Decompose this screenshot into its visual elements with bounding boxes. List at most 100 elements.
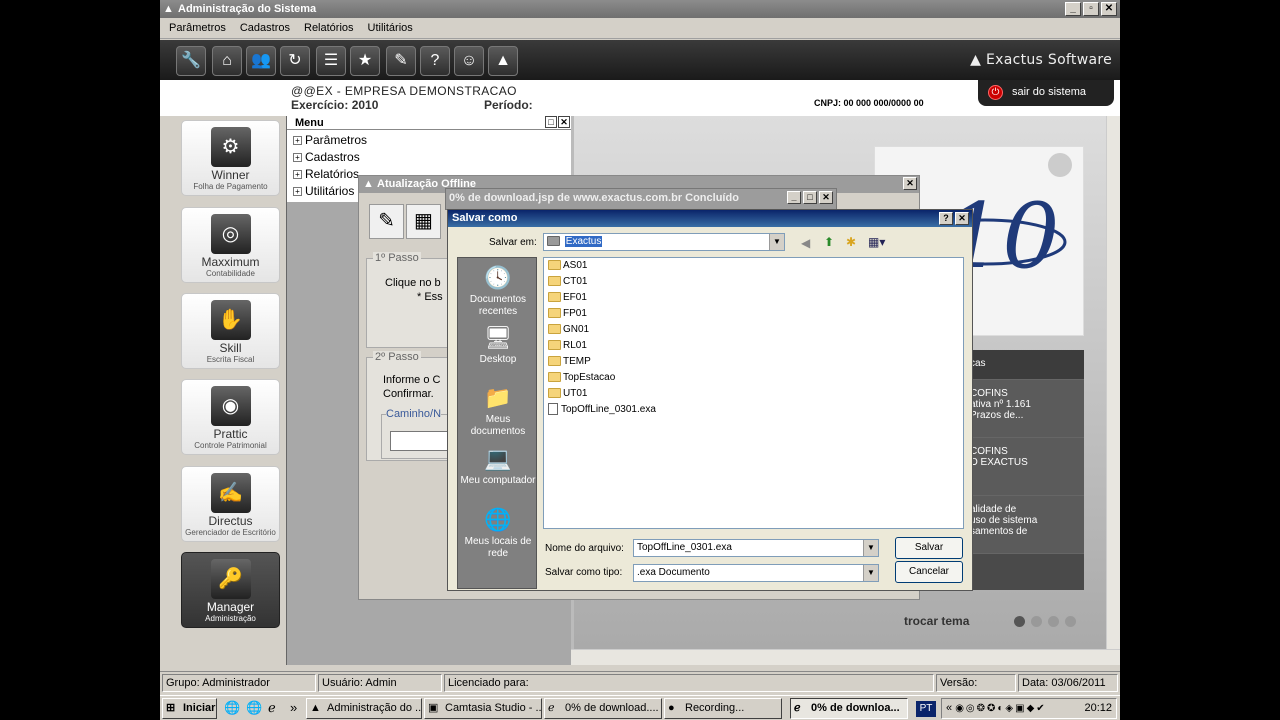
list-item[interactable]: TopEstacao <box>544 370 963 386</box>
task-download2[interactable]: ℯ 0% de downloa... <box>790 698 908 719</box>
place-desktop[interactable]: 🖥 Desktop <box>458 324 538 366</box>
support-icon[interactable]: ☺ <box>454 46 484 76</box>
list-item[interactable]: EF01 <box>544 290 963 306</box>
tipo-select[interactable]: .exa Documento ▼ <box>633 564 879 582</box>
new-folder-icon[interactable]: ✱ <box>846 235 856 249</box>
module-name: Prattic <box>213 427 248 441</box>
list-item[interactable]: UT01 <box>544 386 963 402</box>
caminho-group: Caminho/N <box>381 408 453 459</box>
news-item[interactable]: alidade de uso de sistema samentos de <box>964 496 1084 554</box>
minimize-button[interactable]: _ <box>787 191 801 204</box>
menu-relatorios[interactable]: Relatórios <box>304 18 354 38</box>
menu-utilitarios[interactable]: Utilitários <box>368 18 413 38</box>
task-recording[interactable]: ● Recording... <box>664 698 782 719</box>
logo-icon[interactable]: ▲ <box>488 46 518 76</box>
list-item[interactable]: AS01 <box>544 258 963 274</box>
horizontal-scrollbar[interactable] <box>571 649 1120 665</box>
module-maxximum[interactable]: ◎ Maxximum Contabilidade <box>181 207 280 283</box>
task-camtasia[interactable]: ▣ Camtasia Studio - ... <box>424 698 542 719</box>
refresh-icon[interactable]: ↻ <box>280 46 310 76</box>
back-icon[interactable]: ◀ <box>801 236 810 250</box>
save-button[interactable]: Salvar <box>895 537 963 559</box>
cancel-button[interactable]: Cancelar <box>895 561 963 583</box>
module-directus[interactable]: ✍ Directus Gerenciador de Escritório <box>181 466 280 542</box>
restore-button[interactable]: ▫ <box>1083 2 1099 16</box>
ie-icon[interactable]: ℯ <box>268 700 276 716</box>
module-winner[interactable]: ⚙ Winner Folha de Pagamento <box>181 120 280 196</box>
company-name: @@EX - EMPRESA DEMONSTRACAO <box>291 84 517 98</box>
star-icon[interactable]: ★ <box>350 46 380 76</box>
chevron-down-icon[interactable]: ▼ <box>863 565 878 581</box>
salvar-em-select[interactable]: Exactus ▼ <box>543 233 785 251</box>
folder-icon <box>548 292 561 303</box>
sair-button[interactable]: ⏻ sair do sistema <box>978 80 1114 106</box>
expand-icon[interactable]: » <box>290 700 297 715</box>
users-icon[interactable]: 👥 <box>246 46 276 76</box>
list-item[interactable]: RL01 <box>544 338 963 354</box>
language-indicator[interactable]: PT <box>916 701 936 717</box>
place-computer[interactable]: 💻 Meu computador <box>458 445 538 487</box>
home-icon[interactable]: ⌂ <box>212 46 242 76</box>
close-icon[interactable]: ✕ <box>558 116 570 128</box>
calculator-icon[interactable]: ▦ <box>406 204 441 239</box>
tray-icons[interactable]: ◉◎❂✪◐◈▣◆✔ <box>955 703 1046 714</box>
tree-item-cadastros[interactable]: + Cadastros <box>293 149 571 166</box>
close-button[interactable]: ✕ <box>1101 2 1117 16</box>
close-button[interactable]: ✕ <box>903 177 917 190</box>
sair-label: sair do sistema <box>1012 86 1086 98</box>
wrench-icon[interactable]: 🔧 <box>176 46 206 76</box>
list-item[interactable]: TEMP <box>544 354 963 370</box>
expand-icon[interactable]: + <box>293 187 302 197</box>
nome-arquivo-input[interactable]: TopOffLine_0301.exa ▼ <box>633 539 879 557</box>
module-skill[interactable]: ✋ Skill Escrita Fiscal <box>181 293 280 369</box>
maximize-button[interactable]: □ <box>803 191 817 204</box>
list-item[interactable]: GN01 <box>544 322 963 338</box>
list-item[interactable]: CT01 <box>544 274 963 290</box>
help-button[interactable]: ? <box>939 212 953 225</box>
theme-dot[interactable] <box>1014 616 1025 627</box>
theme-dot[interactable] <box>1048 616 1059 627</box>
minimize-button[interactable]: _ <box>1065 2 1081 16</box>
view-menu-icon[interactable]: ▦▾ <box>868 235 885 249</box>
tray-expand-icon[interactable]: « <box>946 702 952 714</box>
menu-parametros[interactable]: Parâmetros <box>169 18 226 38</box>
caminho-input[interactable] <box>390 431 450 451</box>
chevron-down-icon[interactable]: ▼ <box>769 234 784 250</box>
maximize-icon[interactable]: □ <box>545 116 557 128</box>
expand-icon[interactable]: + <box>293 153 302 163</box>
theme-dot[interactable] <box>1031 616 1042 627</box>
vertical-scrollbar[interactable] <box>1106 116 1120 649</box>
place-documents[interactable]: 📁 Meus documentos <box>458 384 538 438</box>
folder-icon <box>548 324 561 335</box>
chevron-down-icon[interactable]: ▼ <box>863 540 878 556</box>
place-network[interactable]: 🌐 Meus locais de rede <box>458 506 538 560</box>
edit-icon[interactable]: ✎ <box>386 46 416 76</box>
place-label: Desktop <box>479 354 517 365</box>
edit-icon[interactable]: ✎ <box>369 204 404 239</box>
news-item[interactable]: COFINS ativa nº 1.161 Prazos de... <box>964 380 1084 438</box>
close-button[interactable]: ✕ <box>955 212 969 225</box>
help-icon[interactable]: ? <box>420 46 450 76</box>
list-item[interactable]: TopOffLine_0301.exa <box>544 402 963 418</box>
menu-cadastros[interactable]: Cadastros <box>240 18 290 38</box>
list-item[interactable]: FP01 <box>544 306 963 322</box>
module-manager[interactable]: 🔑 Manager Administração <box>181 552 280 628</box>
trocar-tema-link[interactable]: trocar tema <box>904 614 969 628</box>
theme-dot[interactable] <box>1065 616 1076 627</box>
tree-icon[interactable]: ☰ <box>316 46 346 76</box>
close-button[interactable]: ✕ <box>819 191 833 204</box>
salvar-title-bar: Salvar como ? ✕ <box>448 210 972 227</box>
news-item[interactable]: COFINS O EXACTUS <box>964 438 1084 496</box>
start-button[interactable]: ⊞ Iniciar <box>162 698 217 719</box>
up-folder-icon[interactable]: ⬆ <box>824 235 834 249</box>
status-licenciado: Licenciado para: <box>444 674 934 692</box>
quicklaunch-icon[interactable]: 🌐 <box>246 700 262 716</box>
tree-item-parametros[interactable]: + Parâmetros <box>293 132 571 149</box>
place-recent[interactable]: 🕓 Documentos recentes <box>458 264 538 318</box>
module-prattic[interactable]: ◉ Prattic Controle Patrimonial <box>181 379 280 455</box>
task-admin[interactable]: ▲ Administração do ... <box>306 698 422 719</box>
task-download1[interactable]: ℯ 0% de download.... <box>544 698 662 719</box>
expand-icon[interactable]: + <box>293 170 302 180</box>
quicklaunch-icon[interactable]: 🌐 <box>224 700 240 716</box>
expand-icon[interactable]: + <box>293 136 302 146</box>
